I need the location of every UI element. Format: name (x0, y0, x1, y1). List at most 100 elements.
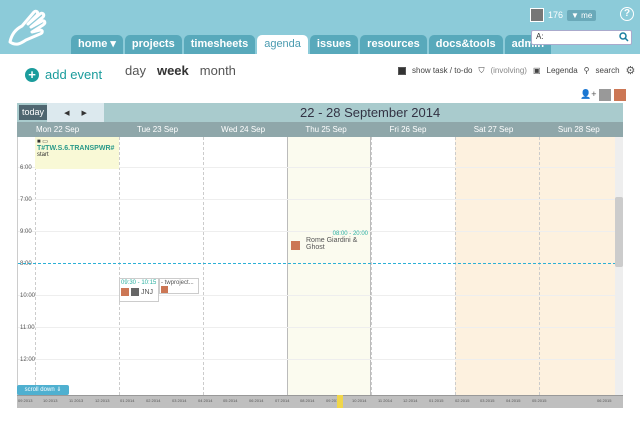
participants-bar: 👤+ (580, 89, 627, 101)
hour-label: 12:00 (20, 357, 36, 363)
involving-label[interactable]: (involving) (490, 66, 526, 75)
tab-docs-tools[interactable]: docs&tools (428, 35, 503, 54)
event-avatar (161, 286, 168, 293)
hour-line (18, 199, 615, 200)
day-header[interactable]: Fri 26 Sep (371, 122, 455, 137)
timeline-label: 10 2014 (352, 398, 367, 403)
filter-icon[interactable]: ⛉ (478, 66, 484, 76)
event-card[interactable]: 09:30 - 10:15 JNJ (119, 278, 159, 302)
timeline-bar[interactable]: 09 2013 10 2013 11 2013 12 2013 01 2014 … (17, 395, 623, 408)
search-cal-label[interactable]: search (596, 66, 620, 75)
timeline-label: 04 2014 (198, 398, 213, 403)
timeline-current-marker[interactable] (337, 395, 343, 408)
tab-resources[interactable]: resources (360, 35, 427, 54)
me-menu-button[interactable]: ▼ me (567, 9, 597, 21)
legenda-label[interactable]: Legenda (547, 66, 578, 75)
plus-icon: + (25, 67, 39, 82)
logo-hand-icon[interactable] (4, 4, 52, 50)
user-area: 176 ▼ me (530, 8, 597, 22)
view-month[interactable]: month (200, 63, 236, 78)
today-button[interactable]: today (19, 105, 47, 120)
event-avatar (291, 241, 300, 250)
prev-week-button[interactable]: ◀ (64, 109, 69, 117)
timeline-label: 09 2013 (18, 398, 33, 403)
search-cal-icon[interactable]: ⚲ (584, 66, 590, 75)
tab-timesheets[interactable]: timesheets (183, 35, 256, 54)
hour-label: 7:00 (20, 197, 32, 203)
event-card[interactable]: ■ ▭ T#TW.S.6.TRANSPWR# start (35, 137, 119, 169)
scroll-down-button[interactable]: scroll down ⇓ (17, 385, 69, 395)
timeline-label: 03 2015 (480, 398, 495, 403)
day-column[interactable] (203, 137, 287, 395)
show-task-checkbox[interactable] (398, 66, 406, 75)
help-icon[interactable]: ? (620, 7, 634, 21)
timeline-label: 12 2014 (403, 398, 418, 403)
view-day[interactable]: day (125, 63, 146, 78)
timeline-label: 01 2014 (120, 398, 135, 403)
add-event-button[interactable]: + add event (25, 67, 102, 82)
timeline-label: 03 2014 (172, 398, 187, 403)
hour-label: 10:00 (20, 293, 36, 299)
event-avatars: JNJ (121, 288, 157, 296)
event-card[interactable]: - twproject... (159, 278, 199, 294)
day-column-weekend[interactable] (539, 137, 615, 395)
day-column-weekend[interactable] (455, 137, 539, 395)
day-column-today[interactable] (287, 137, 371, 395)
timeline-label: 02 2015 (455, 398, 470, 403)
hour-label: 9:00 (20, 229, 32, 235)
day-header[interactable]: Wed 24 Sep (202, 122, 286, 137)
timeline-label: 06 2015 (597, 398, 612, 403)
event-title: Rome Giardini & Ghost (306, 237, 358, 251)
week-nav-arrows: ◀ ▶ (47, 103, 104, 122)
event-avatar (121, 288, 129, 296)
add-event-label: add event (45, 67, 103, 82)
user-avatar[interactable] (530, 8, 544, 22)
participant-avatar[interactable] (599, 89, 612, 101)
gear-icon[interactable]: ⚙ (626, 64, 636, 77)
hour-line (18, 359, 615, 360)
day-column[interactable] (371, 137, 455, 395)
day-header[interactable]: Sat 27 Sep (455, 122, 539, 137)
event-card[interactable]: 08:00 - 20:00 Rome Giardini & Ghost (288, 231, 371, 263)
timeline-label: 10 2013 (43, 398, 58, 403)
timeline-label: 05 2015 (532, 398, 547, 403)
timeline-label: 12 2013 (95, 398, 110, 403)
event-title: JNJ (141, 288, 154, 296)
tab-projects[interactable]: projects (124, 35, 182, 54)
event-icons: ■ ▭ (37, 139, 48, 145)
view-switcher: day week month (125, 63, 236, 78)
timeline-label: 07 2014 (275, 398, 290, 403)
main-nav: home ▾ projects timesheets agenda issues… (71, 35, 553, 54)
global-search-input[interactable]: A: (531, 30, 632, 45)
day-header[interactable]: Tue 23 Sep (118, 122, 202, 137)
tab-home[interactable]: home ▾ (71, 35, 123, 54)
day-headers: Mon 22 Sep Tue 23 Sep Wed 24 Sep Thu 25 … (17, 122, 623, 137)
view-week[interactable]: week (157, 63, 189, 78)
timeline-label: 04 2015 (506, 398, 521, 403)
hour-label: 8:00 (20, 261, 32, 267)
tab-issues[interactable]: issues (309, 35, 359, 54)
timeline-label: 11 2014 (378, 398, 393, 403)
date-range-title: 22 - 28 September 2014 (300, 105, 441, 120)
timeline-label: 05 2014 (223, 398, 238, 403)
day-header[interactable]: Mon 22 Sep (17, 122, 118, 137)
tab-agenda[interactable]: agenda (257, 35, 308, 54)
hour-line (18, 327, 615, 328)
week-grid[interactable]: 6:00 7:00 9:00 8:00 10:00 11:00 12:00 ■ … (17, 137, 615, 395)
day-column[interactable] (119, 137, 203, 395)
scrollbar-thumb[interactable] (615, 197, 623, 267)
search-icon[interactable] (619, 32, 629, 42)
participant-avatar[interactable] (614, 89, 627, 101)
top-header: home ▾ projects timesheets agenda issues… (0, 0, 640, 54)
day-header[interactable]: Thu 25 Sep (286, 122, 370, 137)
show-task-label: show task / to-do (412, 66, 473, 75)
timeline-label: 06 2014 (249, 398, 264, 403)
event-sub: start (37, 152, 49, 158)
day-header[interactable]: Sun 28 Sep (539, 122, 623, 137)
timeline-label: 01 2015 (429, 398, 444, 403)
next-week-button[interactable]: ▶ (82, 109, 87, 117)
day-column[interactable] (35, 137, 119, 395)
legenda-icon[interactable]: ▣ (533, 66, 541, 75)
add-person-icon[interactable]: 👤+ (580, 89, 596, 101)
hour-label: 11:00 (20, 325, 35, 331)
